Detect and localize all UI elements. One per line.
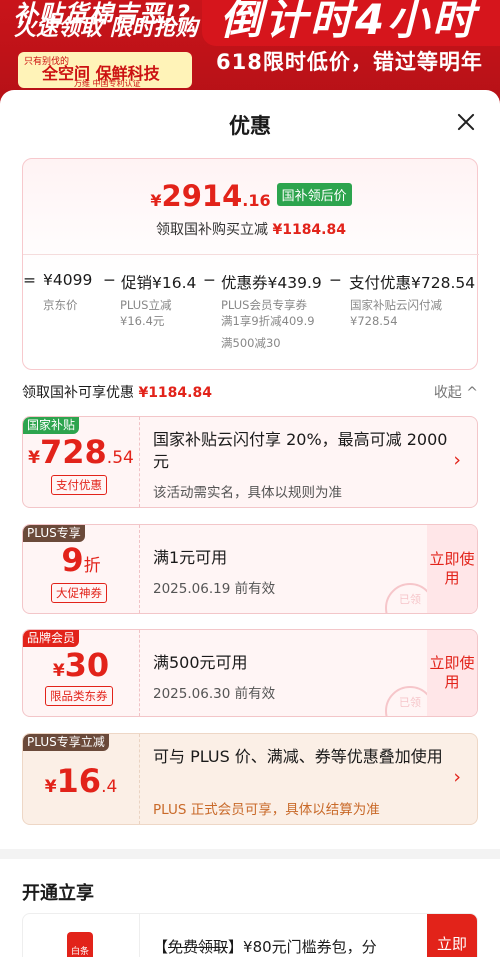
coupon-subtitle: 2025.06.19 前有效 — [153, 581, 276, 597]
formula-promo: 促销¥16.4 — [121, 274, 197, 292]
note-coupon-line1: PLUS会员专享券 — [221, 298, 307, 312]
price-sub: 领取国补购买立减 ¥1184.84 — [23, 219, 479, 239]
coupon-badge: PLUS专享 — [23, 525, 85, 542]
coupon-value: PLUS专享 9折 大促神券 — [23, 525, 139, 613]
close-icon[interactable] — [454, 110, 478, 134]
chevron-right-icon[interactable]: › — [453, 449, 461, 471]
coupon-subtitle: PLUS 正式会员可享，具体以结算为准 — [153, 802, 380, 818]
coupon-title: 国家补贴云闪付享 20%，最高可减 2000元 — [153, 430, 448, 471]
coupon-national-subsidy[interactable]: 国家补贴 ¥728.54 支付优惠 国家补贴云闪付享 20%，最高可减 2000… — [22, 416, 478, 508]
coupon-divider — [139, 525, 140, 613]
coupon-subtitle: 2025.06.30 前有效 — [153, 686, 276, 702]
price-integer: 2914 — [161, 179, 243, 213]
open-offer-text: 【免费领取】¥80元门槛券包，分 — [153, 938, 377, 956]
open-now-button[interactable]: 立即 — [427, 914, 477, 957]
collapse-button[interactable]: 收起 ^ — [434, 382, 478, 402]
baitiao-icon: 白条 — [67, 932, 93, 957]
note-promo-line1: PLUS立减 — [120, 298, 172, 312]
coupon-title: 满500元可用 — [153, 653, 248, 672]
section-amount: ¥1184.84 — [138, 385, 212, 401]
coupon-badge: 国家补贴 — [23, 417, 80, 434]
price-sub-text: 领取国补购买立减 — [156, 222, 269, 238]
coupon-value: 国家补贴 ¥728.54 支付优惠 — [23, 417, 139, 507]
formula-jd-price: ¥4099 — [43, 271, 93, 289]
coupon-divider — [139, 734, 140, 824]
open-offer-card[interactable]: 白条 【免费领取】¥80元门槛券包，分 立即 — [22, 913, 478, 957]
banner-shop-logo: 只有别伐的 全空间 保鲜科技 万维 中国专利认证 — [18, 52, 192, 88]
formula-minus: − — [329, 271, 342, 289]
coupon-subtitle: 该活动需实名，具体以规则为准 — [153, 485, 342, 501]
coupon-badge: 品牌会员 — [23, 630, 80, 647]
use-now-button[interactable]: 立即使用 — [427, 630, 477, 716]
coupon-badge: PLUS专享立减 — [23, 734, 109, 751]
note-pay-line2: ¥728.54 — [350, 314, 398, 328]
coupon-divider — [139, 630, 140, 716]
formula-pay: 支付优惠¥728.54 — [349, 274, 476, 292]
section-label: 领取国补可享优惠 — [22, 385, 134, 401]
formula-minus: − — [103, 271, 116, 289]
coupon-divider — [139, 417, 140, 507]
note-jd-price: 京东价 — [43, 298, 78, 312]
discount-section-header: 领取国补可享优惠 ¥1184.84 收起 ^ — [22, 382, 478, 402]
use-now-button[interactable]: 立即使用 — [427, 525, 477, 613]
note-coupon-line2: 满1享9折减409.9 — [221, 314, 315, 328]
banner-shop-sub: 万维 中国专利认证 — [74, 79, 141, 88]
coupon-plus-discount[interactable]: PLUS专享 9折 大促神券 满1元可用 2025.06.19 前有效 已领 立… — [22, 524, 478, 614]
banner-countdown: 倒计时4小时 — [220, 0, 478, 44]
coupon-amount: ¥30 — [52, 646, 110, 684]
section-gap — [0, 849, 500, 859]
coupon-title: 可与 PLUS 价、满减、券等优惠叠加使用 — [153, 747, 443, 766]
price-tag: 国补领后价 — [276, 183, 352, 206]
coupon-brand-member[interactable]: 品牌会员 ¥30 限品类东券 满500元可用 2025.06.30 前有效 已领… — [22, 629, 478, 717]
note-pay-line1: 国家补贴云闪付减 — [350, 298, 442, 312]
coupon-title: 满1元可用 — [153, 548, 228, 567]
coupon-tag: 大促神券 — [51, 583, 107, 603]
formula-eq: = — [23, 271, 36, 289]
price-decimal: .16 — [242, 191, 271, 210]
coupon-amount: ¥728.54 — [28, 433, 134, 471]
coupon-tag: 支付优惠 — [51, 475, 107, 495]
price-sub-amount: ¥1184.84 — [272, 222, 346, 238]
coupon-value: PLUS专享立减 ¥16.4 — [23, 734, 139, 824]
formula-minus: − — [203, 271, 216, 289]
sheet-title: 优惠 — [229, 114, 271, 138]
coupon-amount: ¥16.4 — [44, 762, 118, 800]
banner-line2: 火速领取 限时抢购 — [14, 16, 198, 41]
open-section-title: 开通立享 — [22, 883, 94, 904]
chevron-right-icon[interactable]: › — [453, 766, 461, 788]
price-symbol: ¥ — [150, 191, 162, 210]
price-formula: = ¥4099 − 促销¥16.4 − 优惠券¥439.9 − 支付优惠¥728… — [23, 271, 479, 292]
note-promo-line2: ¥16.4元 — [120, 314, 165, 328]
formula-coupon: 优惠券¥439.9 — [221, 274, 322, 292]
coupon-plus-reduction[interactable]: PLUS专享立减 ¥16.4 可与 PLUS 价、满减、券等优惠叠加使用 PLU… — [22, 733, 478, 825]
note-coupon-line3: 满500减30 — [221, 336, 281, 350]
final-price: ¥2914.16 国补领后价 — [23, 179, 479, 213]
coupon-value: 品牌会员 ¥30 限品类东券 — [23, 630, 139, 716]
price-summary-card: ¥2914.16 国补领后价 领取国补购买立减 ¥1184.84 = ¥4099 … — [22, 158, 479, 370]
open-divider — [139, 914, 140, 957]
coupon-amount: 9折 — [61, 541, 101, 579]
discount-sheet: 优惠 ¥2914.16 国补领后价 领取国补购买立减 ¥1184.84 = ¥40… — [0, 90, 500, 957]
banner-slogan: 618限时低价，错过等明年 — [216, 50, 483, 74]
summary-divider — [23, 254, 479, 255]
coupon-tag: 限品类东券 — [45, 686, 113, 706]
